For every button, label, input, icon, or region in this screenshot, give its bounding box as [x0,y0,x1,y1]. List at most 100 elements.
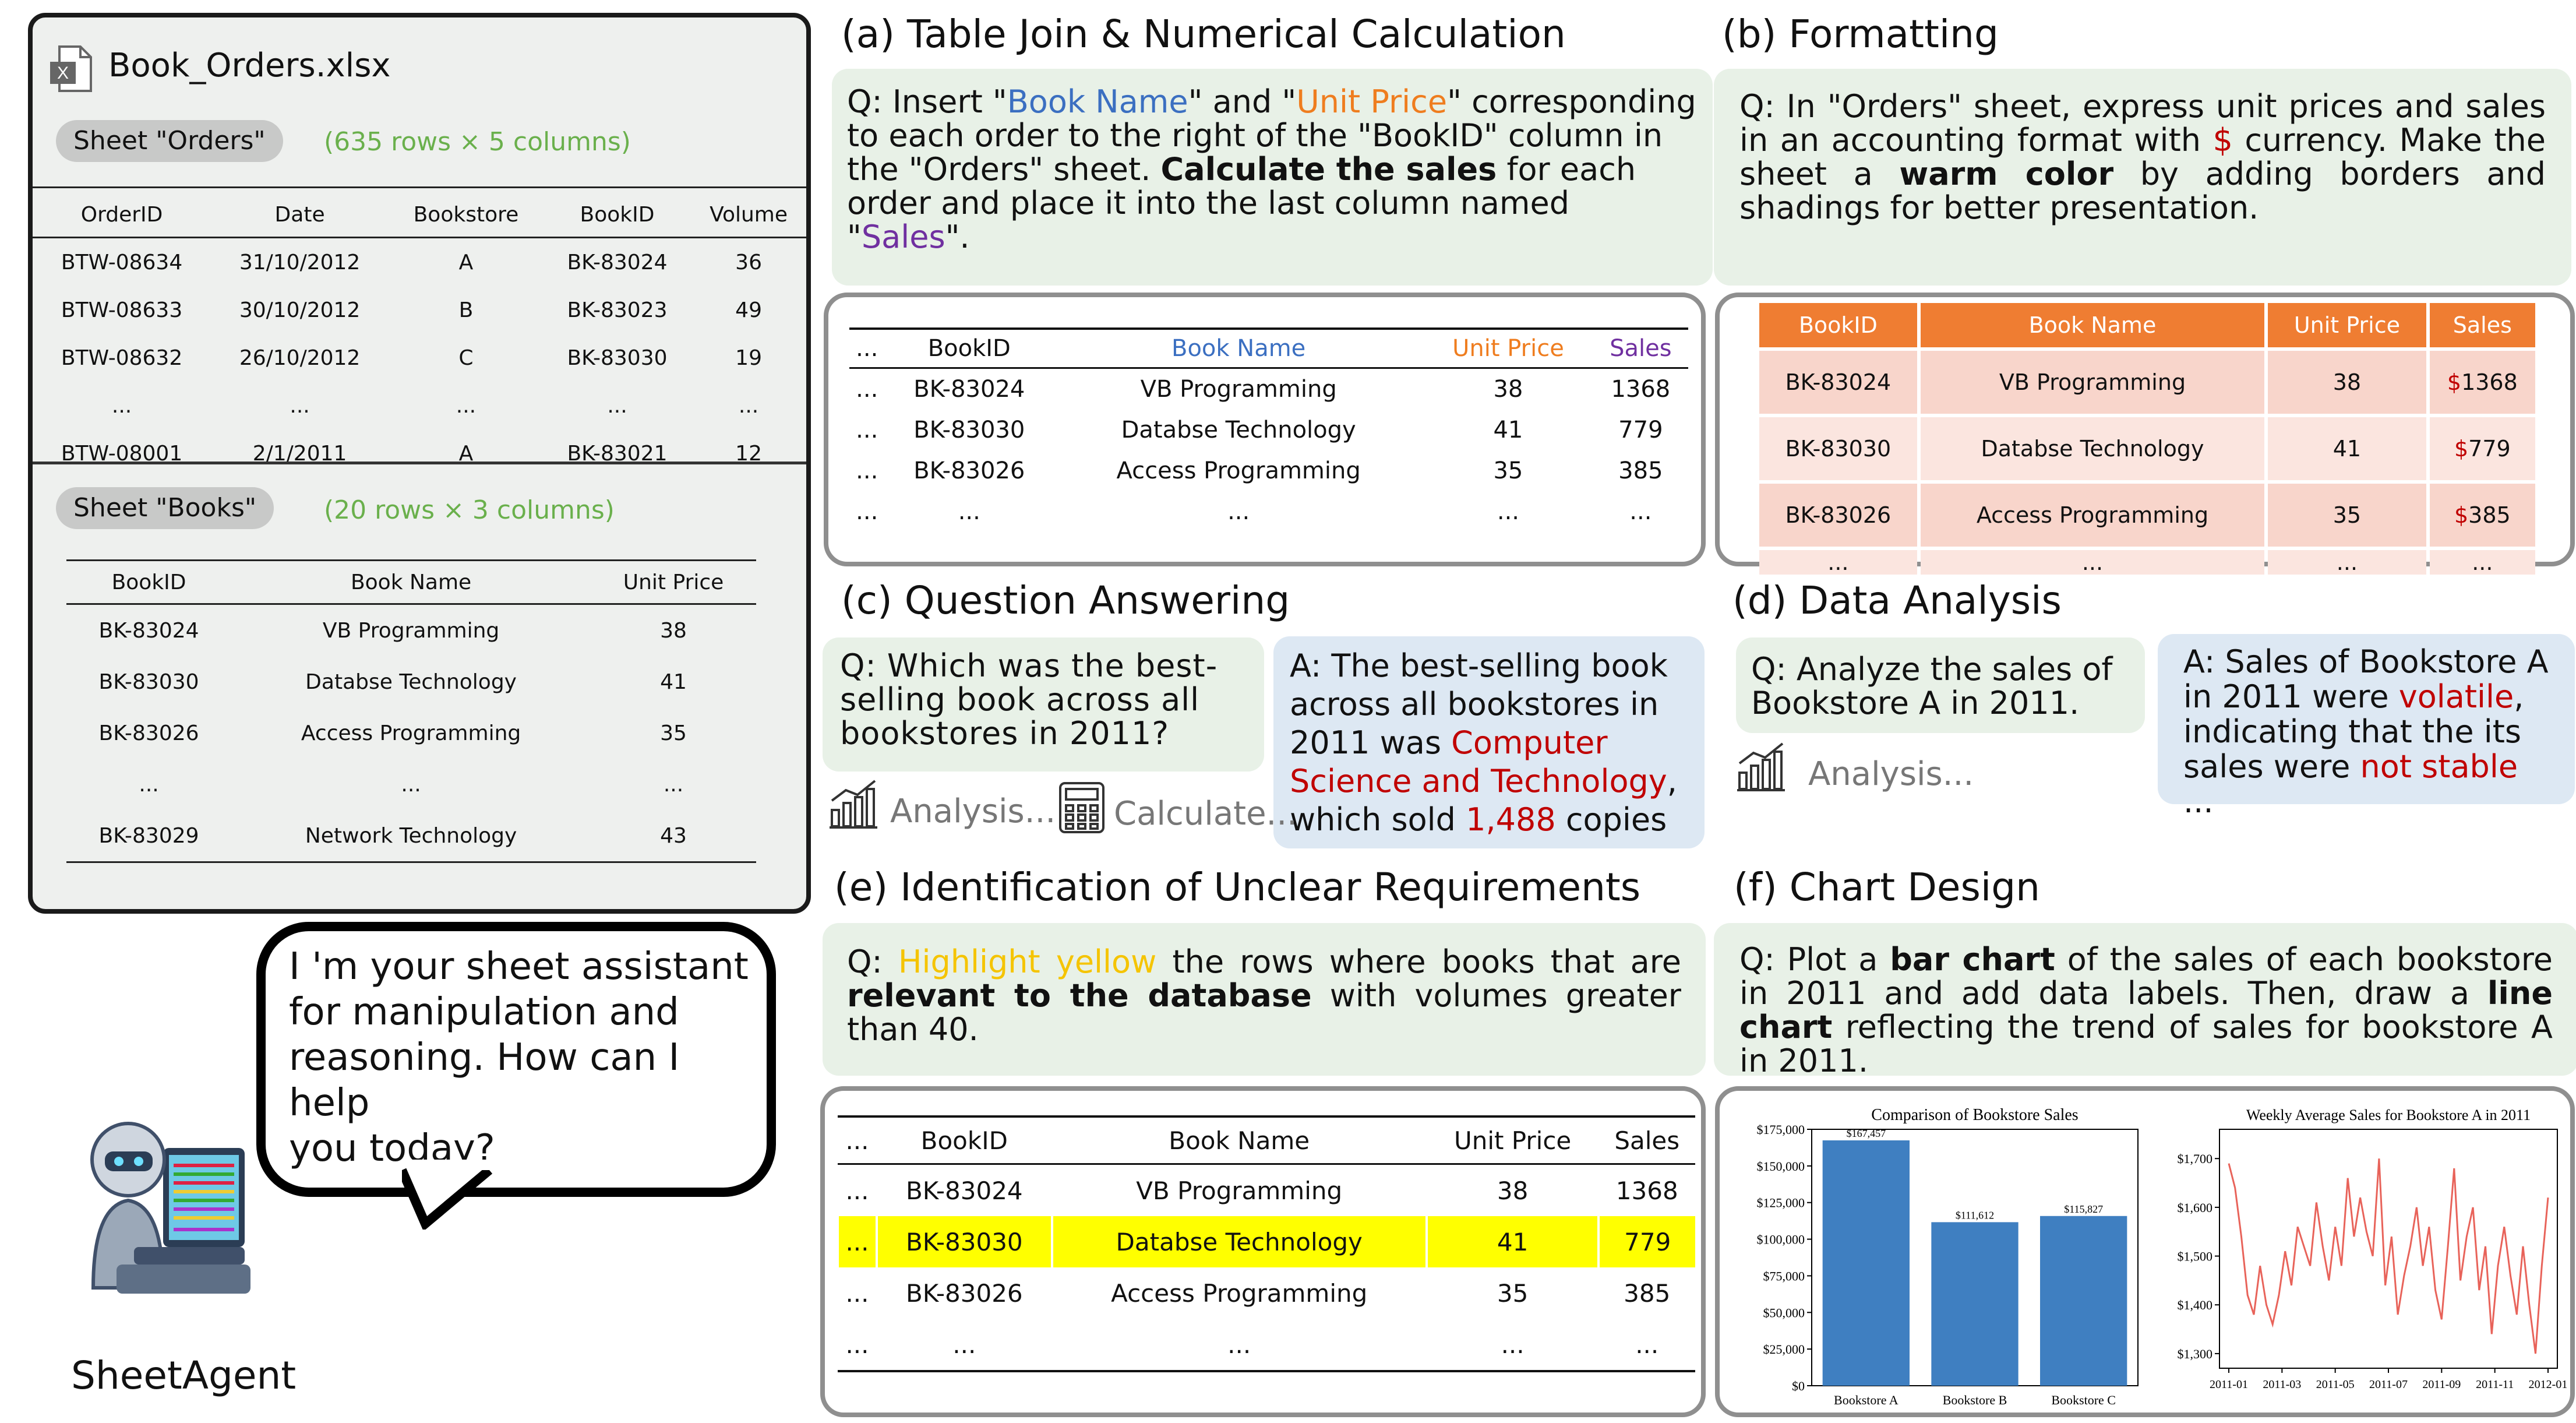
table-cell[interactable]: $779 [2429,414,2535,480]
table-cell[interactable]: Databse Technology [1054,410,1423,450]
table-cell[interactable]: ... [1920,547,2265,575]
table-row[interactable]: ... BK-83030 Databse Technology 41 779 [849,410,1688,450]
table-cell[interactable]: 35 [591,707,756,759]
table-cell[interactable]: 385 [1598,1267,1695,1319]
table-cell[interactable]: BTW-08634 [33,238,211,287]
table-row[interactable]: BTW-08633 30/10/2012 B BK-83023 49 [33,286,806,334]
table-cell[interactable]: 1368 [1593,368,1688,410]
table-row[interactable]: ... BK-83030 Databse Technology 41 779 [837,1216,1695,1267]
table-row[interactable]: ... BK-83024 VB Programming 38 1368 [838,1164,1695,1217]
table-cell[interactable]: 49 [691,286,806,334]
table-cell[interactable]: ... [1426,1319,1599,1372]
table-cell[interactable]: 35 [1427,1267,1599,1319]
table-cell[interactable]: ... [389,382,544,429]
table-cell[interactable]: 19 [691,334,806,382]
table-row[interactable]: BK-83029 Network Technology 43 [66,810,756,863]
table-cell[interactable]: BK-83024 [544,238,691,287]
table-cell[interactable]: ... [849,491,884,532]
table-cell[interactable]: ... [2429,547,2535,575]
table-cell[interactable]: ... [884,491,1054,532]
table-cell[interactable]: Network Technology [231,810,591,863]
table-cell[interactable]: BK-83030 [544,334,691,382]
table-cell[interactable]: ... [849,368,884,410]
table-row[interactable]: ... BK-83026 Access Programming 35 385 [849,450,1688,491]
table-cell[interactable]: ... [544,382,691,429]
table-cell[interactable]: BK-83024 [1759,347,1917,414]
table-cell[interactable]: 41 [2268,414,2426,480]
table-cell[interactable]: BTW-08632 [33,334,211,382]
table-row[interactable]: BK-83030 Databse Technology 41 $779 [1759,414,2535,480]
table-cell[interactable]: ... [66,759,231,810]
table-cell[interactable]: ... [211,382,389,429]
table-cell[interactable]: 38 [1427,1164,1599,1217]
table-row[interactable]: BK-83030 Databse Technology 41 [66,656,756,707]
table-cell[interactable]: BK-83024 [66,604,231,657]
table-row[interactable]: ............... [838,1319,1695,1372]
table-cell[interactable]: BK-83030 [66,656,231,707]
table-cell[interactable]: ... [591,759,756,810]
table-cell[interactable]: 38 [1423,368,1593,410]
table-cell[interactable]: 31/10/2012 [211,238,389,287]
table-cell[interactable]: ... [838,1319,877,1372]
table-cell[interactable]: VB Programming [1052,1164,1427,1217]
table-row[interactable]: BK-83024 VB Programming 38 $1368 [1759,347,2535,414]
table-cell[interactable]: ... [1598,1319,1695,1372]
table-cell[interactable]: BK-83026 [1759,480,1917,547]
table-cell[interactable]: 2/1/2011 [211,429,389,477]
table-cell[interactable]: 35 [2268,480,2426,547]
table-cell[interactable]: 43 [591,810,756,863]
table-row[interactable]: BTW-08634 31/10/2012 A BK-83024 36 [33,238,806,287]
table-cell[interactable]: VB Programming [231,604,591,657]
table-cell[interactable]: C [389,334,544,382]
table-row[interactable]: BK-83026 Access Programming 35 [66,707,756,759]
table-cell[interactable]: Databse Technology [1920,414,2265,480]
table-cell[interactable]: ... [1593,491,1688,532]
table-cell[interactable]: B [389,286,544,334]
table-cell[interactable]: ... [1759,547,1917,575]
table-cell[interactable]: BK-83026 [66,707,231,759]
table-cell[interactable]: 779 [1597,1216,1695,1267]
table-row[interactable]: BTW-08632 26/10/2012 C BK-83030 19 [33,334,806,382]
table-cell[interactable]: ... [876,1319,1052,1372]
table-cell[interactable]: 41 [1423,410,1593,450]
table-cell[interactable]: VB Programming [1054,368,1423,410]
table-cell[interactable]: ... [1054,491,1423,532]
table-cell[interactable]: Access Programming [1052,1267,1427,1319]
sheet-tab-books[interactable]: Sheet "Books" [56,487,274,529]
table-cell[interactable]: BK-83030 [1759,414,1917,480]
sheet-tab-orders[interactable]: Sheet "Orders" [56,120,283,162]
table-cell[interactable]: ... [1051,1319,1427,1372]
table-cell[interactable]: 26/10/2012 [211,334,389,382]
table-cell[interactable]: BK-83029 [66,810,232,863]
table-cell[interactable]: ... [33,382,211,429]
table-cell[interactable]: 30/10/2012 [211,286,389,334]
table-row[interactable]: ......... [66,759,756,810]
table-cell[interactable]: Access Programming [1054,450,1423,491]
table-cell[interactable]: BTW-08001 [33,429,211,477]
table-cell[interactable]: ... [231,759,591,810]
table-cell[interactable]: BK-83024 [884,368,1054,410]
table-row[interactable]: ............... [849,491,1688,532]
table-row[interactable]: ... BK-83024 VB Programming 38 1368 [849,368,1688,410]
table-cell[interactable]: 779 [1593,410,1688,450]
table-cell[interactable]: 385 [1593,450,1688,491]
table-cell[interactable]: ... [849,410,884,450]
table-cell[interactable]: 41 [1425,1216,1599,1267]
table-row[interactable]: ............ [1759,547,2535,575]
table-cell[interactable]: BK-83024 [877,1164,1052,1217]
table-cell[interactable]: BK-83030 [884,410,1054,450]
table-cell[interactable]: 38 [591,604,756,657]
table-cell[interactable]: BK-83026 [884,450,1054,491]
table-cell[interactable]: BK-83023 [544,286,691,334]
table-row[interactable]: ............... [33,382,806,429]
table-cell[interactable]: VB Programming [1920,347,2265,414]
table-row[interactable]: BK-83026 Access Programming 35 $385 [1759,480,2535,547]
table-cell[interactable]: 41 [591,656,756,707]
table-cell[interactable]: 12 [691,429,806,477]
table-cell[interactable]: A [389,238,544,287]
table-cell[interactable]: ... [2268,547,2426,575]
table-cell[interactable]: 1368 [1598,1164,1695,1217]
table-cell[interactable]: 36 [691,238,806,287]
table-cell[interactable]: A [389,429,544,477]
table-cell[interactable]: BK-83030 [875,1216,1052,1267]
